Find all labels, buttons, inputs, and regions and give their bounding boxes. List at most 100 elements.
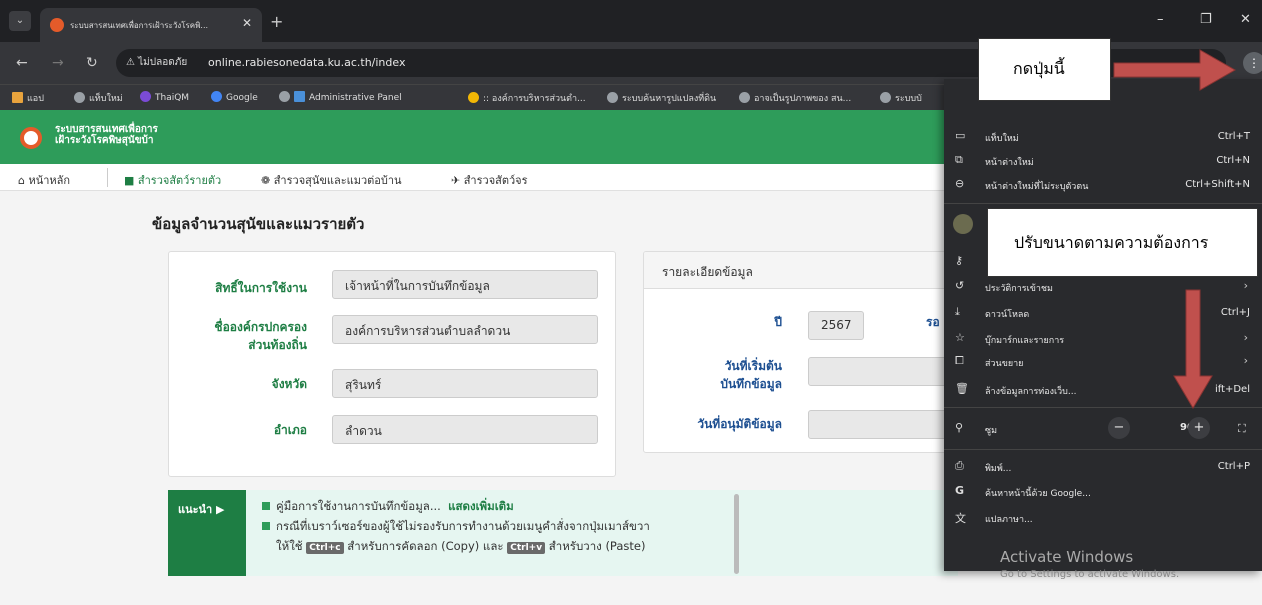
menu-new-window[interactable]: ⧉ หน้าต่างใหม่ Ctrl+N: [944, 149, 1262, 172]
url-text: online.rabiesonedata.ku.ac.th/index: [208, 56, 406, 69]
nav-household-survey[interactable]: ❁ สำรวจสุนัขและแมวต่อบ้าน: [261, 171, 402, 189]
translate-icon: ⽂: [955, 512, 966, 525]
incognito-icon: ⊖: [955, 177, 965, 190]
zoom-out-button[interactable]: −: [1108, 417, 1130, 439]
profile-avatar-icon: [953, 214, 973, 234]
globe-icon: [607, 92, 618, 103]
year-label: ปี: [774, 315, 782, 329]
bookmark-land[interactable]: ระบบค้นหารูปแปลงที่ดิน: [607, 91, 716, 105]
bookmark-newtab[interactable]: แท็บใหม่: [74, 91, 123, 105]
google-g-icon: G: [955, 484, 965, 497]
bookmark-thaiqm[interactable]: ThaiQM: [140, 91, 189, 103]
advice-panel: แนะนำ ▶ คู่มือการใช้งานการบันทึกข้อมูล..…: [168, 490, 958, 576]
approve-date-label: วันที่อนุมัติข้อมูล: [697, 417, 782, 431]
site-favicon-icon: [50, 18, 64, 32]
chevron-right-icon: ›: [1243, 331, 1248, 344]
nav-individual-survey[interactable]: ■ สำรวจสัตว์รายตัว: [124, 171, 221, 189]
menu-incognito[interactable]: ⊖ หน้าต่างใหม่ที่ไม่ระบุตัวตน Ctrl+Shift+N: [944, 173, 1262, 196]
bullet-icon: [262, 502, 270, 510]
menu-history[interactable]: ↺ ประวัติการเข้าชม ›: [944, 275, 1262, 298]
browser-tab[interactable]: ระบบสารสนเทศเพื่อการเฝ้าระวังโรคพิ... ✕: [40, 8, 262, 42]
zoom-in-button[interactable]: +: [1188, 417, 1210, 439]
printer-icon: ⎙: [955, 459, 964, 472]
menu-divider: [944, 449, 1262, 450]
bookmark-system[interactable]: ระบบบั: [880, 91, 922, 105]
admin-panel-icon: [294, 91, 305, 102]
province-field[interactable]: สุรินทร์: [332, 369, 598, 398]
show-more-link[interactable]: แสดงเพิ่มเติม: [448, 499, 514, 513]
menu-search-google[interactable]: G ค้นหาหน้านี้ด้วย Google...: [944, 480, 1262, 503]
app-name: ระบบสารสนเทศเพื่อการ เฝ้าระวังโรคพิษสุนั…: [55, 124, 158, 146]
puzzle-icon: ⧠: [955, 354, 964, 367]
menu-print[interactable]: ⎙ พิมพ์... Ctrl+P: [944, 455, 1262, 478]
globe-icon: [74, 92, 85, 103]
user-info-card: สิทธิ์ในการใช้งาน เจ้าหน้าที่ในการบันทึก…: [168, 251, 616, 477]
menu-divider: [944, 407, 1262, 408]
chrome-menu-button[interactable]: ⋮: [1243, 52, 1262, 74]
chrome-menu: ▭ แท็บใหม่ Ctrl+T ⧉ หน้าต่างใหม่ Ctrl+N ⊖ หน้…: [944, 79, 1262, 571]
bookmark-org[interactable]: :: องค์การบริหารส่วนตำ...: [468, 91, 586, 105]
nav-home[interactable]: ⌂ หน้าหลัก: [18, 171, 70, 189]
fullscreen-icon[interactable]: ⛶: [1238, 422, 1246, 436]
menu-extensions[interactable]: ⧠ ส่วนขยาย ›: [944, 350, 1262, 373]
menu-new-tab[interactable]: ▭ แท็บใหม่ Ctrl+T: [944, 125, 1262, 148]
district-label: อำเภอ: [273, 423, 307, 437]
menu-bookmarks[interactable]: ☆ บุ๊กมาร์กและรายการ ›: [944, 327, 1262, 350]
ctrl-c-key: Ctrl+c: [306, 542, 344, 554]
minimize-icon[interactable]: –: [1157, 12, 1164, 27]
history-icon: ↺: [955, 279, 965, 292]
callout-resize: ปรับขนาดตามความต้องการ: [987, 208, 1258, 277]
stray-animal-icon: ✈: [451, 174, 461, 187]
menu-divider: [944, 203, 1262, 204]
apps-grid-icon: [12, 92, 23, 103]
start-date-field[interactable]: [808, 357, 952, 386]
square-icon: ■: [124, 174, 135, 187]
district-field[interactable]: ลำดวน: [332, 415, 598, 444]
restore-icon[interactable]: ❐: [1200, 12, 1212, 27]
menu-zoom: ⚲ ซูม − 90% + ⛶: [944, 417, 1262, 440]
thaiqm-icon: [140, 91, 151, 102]
back-icon[interactable]: ←: [16, 55, 28, 71]
app-logo-icon: [20, 127, 42, 149]
trash-icon: 🗑: [955, 382, 969, 395]
key-icon: ⚷: [955, 254, 964, 267]
org-label: ชื่อองค์กรปกครอง ส่วนท้องถิ่น: [214, 320, 307, 352]
new-tab-button[interactable]: +: [270, 12, 283, 31]
org-field[interactable]: องค์การบริหารส่วนตำบลลำดวน: [332, 315, 598, 344]
rights-field[interactable]: เจ้าหน้าที่ในการบันทึกข้อมูล: [332, 270, 598, 299]
bookmark-admin-panel[interactable]: Administrative Panel: [279, 91, 402, 103]
ctrl-v-key: Ctrl+v: [507, 542, 546, 554]
window-close-icon[interactable]: ✕: [1240, 12, 1251, 27]
menu-translate[interactable]: ⽂แปลภาษา...: [944, 506, 1262, 529]
reload-icon[interactable]: ↻: [86, 55, 98, 71]
tab-close-icon[interactable]: ✕: [242, 16, 252, 30]
advice-scrollbar[interactable]: [734, 494, 739, 574]
bookmark-google[interactable]: Google: [211, 91, 258, 103]
bookmark-apps[interactable]: แอป: [12, 91, 44, 105]
advice-line-browser: กรณีที่เบราว์เซอร์ของผู้ใช้ไม่รองรับการท…: [262, 518, 650, 536]
bullet-icon: [262, 522, 270, 530]
new-window-icon: ⧉: [955, 153, 963, 166]
activate-windows-watermark: Activate Windows: [1000, 548, 1134, 566]
chevron-right-icon: ›: [1243, 279, 1248, 292]
home-icon: ⌂: [18, 174, 25, 187]
paw-icon: ❁: [261, 174, 271, 187]
advice-tag: แนะนำ ▶: [168, 490, 246, 576]
approve-date-field[interactable]: [808, 410, 952, 439]
new-tab-icon: ▭: [955, 129, 966, 142]
menu-downloads[interactable]: ⤓ ดาวน์โหลด Ctrl+J: [944, 301, 1262, 324]
nav-stray-survey[interactable]: ✈ สำรวจสัตว์จร: [451, 171, 528, 189]
province-label: จังหวัด: [271, 377, 307, 391]
bookmark-image[interactable]: อาจเป็นรูปภาพของ สน...: [739, 91, 851, 105]
advice-line-shortcuts: ให้ใช้ Ctrl+c สำหรับการคัดลอก (Copy) และ…: [276, 539, 646, 554]
not-secure-indicator[interactable]: ⚠ ไม่ปลอดภัย: [126, 55, 187, 70]
browser-tabstrip: ⌄ ระบบสารสนเทศเพื่อการเฝ้าระวังโรคพิ... …: [0, 0, 1262, 42]
year-field[interactable]: 2567: [808, 311, 864, 340]
forward-icon[interactable]: →: [52, 55, 64, 71]
start-date-label: วันที่เริ่มต้น บันทึกข้อมูล: [720, 359, 782, 391]
nav-divider: [107, 168, 108, 187]
details-header: รายละเอียดข้อมูล: [644, 252, 952, 289]
menu-clear-data[interactable]: 🗑 ล้างข้อมูลการท่องเว็บ... ift+Del: [944, 378, 1262, 401]
download-icon: ⤓: [955, 305, 960, 318]
tab-search-dropdown[interactable]: ⌄: [9, 11, 31, 31]
